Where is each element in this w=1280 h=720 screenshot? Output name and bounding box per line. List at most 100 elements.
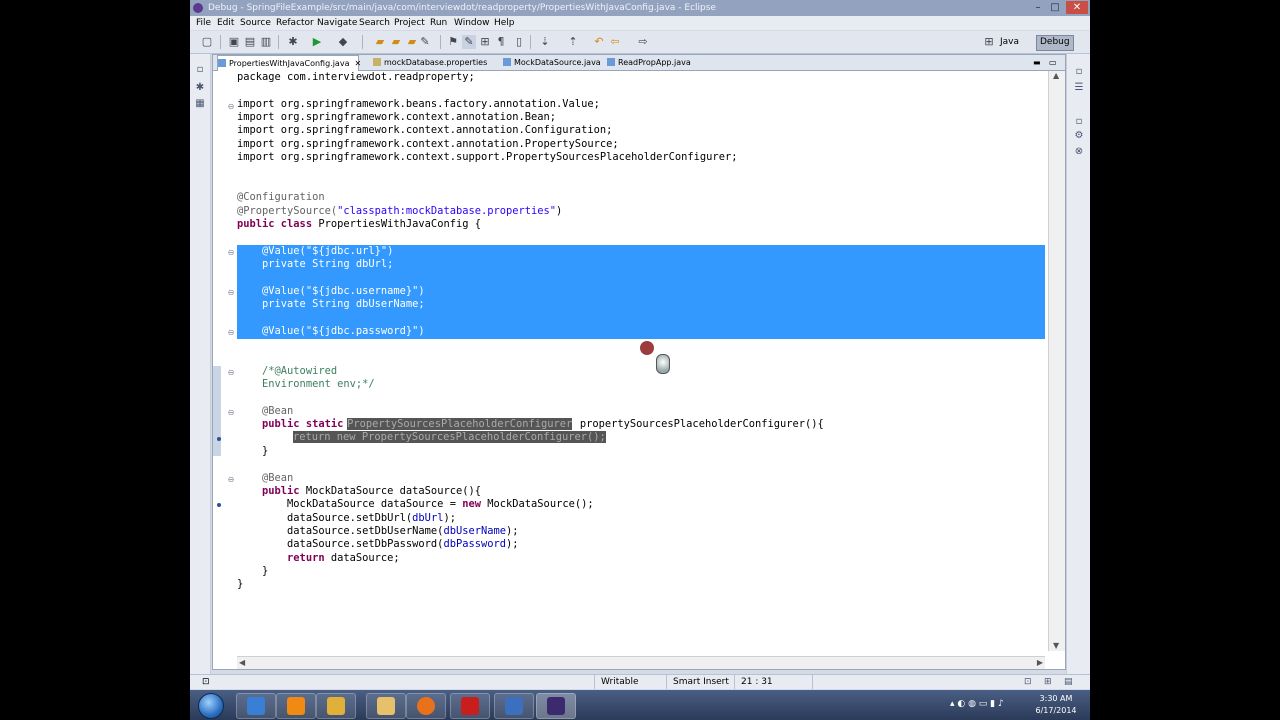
vertical-scrollbar[interactable]: ▲ ▼ xyxy=(1048,71,1065,651)
code-token: @Value("${jdbc.username}") xyxy=(237,285,425,297)
status-cursor-position: 21 : 31 xyxy=(734,675,781,689)
forward-icon[interactable]: ⇨ xyxy=(636,35,650,49)
menu-edit[interactable]: Edit xyxy=(217,16,234,30)
toggle-mark-occurrences-icon[interactable]: ⚑ xyxy=(446,35,460,49)
servers-view-icon[interactable]: ▦ xyxy=(194,98,206,110)
start-button[interactable] xyxy=(198,693,224,719)
print-icon[interactable]: ▥ xyxy=(259,35,273,49)
perspective-java[interactable]: Java xyxy=(1000,35,1019,49)
maximize-editor-icon[interactable]: ▭ xyxy=(1049,55,1057,70)
menu-search[interactable]: Search xyxy=(359,16,390,30)
perspective-debug[interactable]: Debug xyxy=(1036,35,1074,51)
code-token: import org.springframework.context.annot… xyxy=(237,111,557,123)
fold-toggle-icon[interactable]: ⊖ xyxy=(227,329,235,337)
fold-toggle-icon[interactable]: ⊖ xyxy=(227,369,235,377)
taskbar-clock[interactable]: 3:30 AM 6/17/2014 xyxy=(1028,693,1084,717)
back-icon[interactable]: ⇦ xyxy=(608,35,622,49)
code-area[interactable]: package com.interviewdot.readproperty; im… xyxy=(237,71,1045,651)
run-icon[interactable]: ▶ xyxy=(310,35,324,49)
scroll-up-icon[interactable]: ▲ xyxy=(1053,71,1059,81)
taskbar-firefox[interactable] xyxy=(406,693,446,719)
taskbar-filezilla[interactable] xyxy=(450,693,490,719)
menu-project[interactable]: Project xyxy=(394,16,425,30)
code-line: import org.springframework.context.annot… xyxy=(237,111,556,124)
scroll-down-icon[interactable]: ▼ xyxy=(1053,641,1059,651)
code-token: MockDataSource dataSource(){ xyxy=(299,485,481,497)
debug-view-icon[interactable]: ✱ xyxy=(194,82,206,94)
fold-toggle-icon[interactable]: ⊖ xyxy=(227,289,235,297)
code-token: import org.springframework.context.suppo… xyxy=(237,151,738,163)
fold-toggle-icon[interactable]: ⊖ xyxy=(227,409,235,417)
minimize-button[interactable]: – xyxy=(1030,1,1046,14)
open-perspective-icon[interactable]: ⊞ xyxy=(982,35,996,49)
tab-read-prop-app[interactable]: ReadPropApp.java xyxy=(607,55,691,70)
debug-icon[interactable]: ✱ xyxy=(286,35,300,49)
close-tab-icon[interactable]: ✕ xyxy=(354,59,361,68)
code-token: Environment env;*/ xyxy=(237,378,375,390)
previous-annotation-icon[interactable]: ⇡ xyxy=(566,35,580,49)
override-marker-icon[interactable] xyxy=(217,503,221,507)
maximize-button[interactable]: □ xyxy=(1047,1,1063,14)
fast-view-icon[interactable]: ⊡ xyxy=(202,675,210,689)
show-selected-element-icon[interactable]: ▯ xyxy=(512,35,526,49)
tab-properties-with-java-config[interactable]: PropertiesWithJavaConfig.java ✕ xyxy=(217,55,361,71)
show-whitespace-icon[interactable]: ⊞ xyxy=(478,35,492,49)
scroll-right-icon[interactable]: ▶ xyxy=(1037,658,1043,668)
variables-view-icon[interactable]: ⚙ xyxy=(1073,130,1085,142)
code-token: dbUrl xyxy=(412,512,444,524)
new-package-icon[interactable]: ▰ xyxy=(389,35,403,49)
tab-mock-data-source[interactable]: MockDataSource.java xyxy=(503,55,601,70)
next-annotation-icon[interactable]: ⇣ xyxy=(538,35,552,49)
system-tray[interactable]: ▴ ◐ ◍ ▭ ▮ ♪ xyxy=(950,699,1004,709)
status-icon[interactable]: ⊡ xyxy=(1024,675,1032,689)
fold-toggle-icon[interactable]: ⊖ xyxy=(227,476,235,484)
restore-icon[interactable]: ▫ xyxy=(1073,116,1085,128)
outline-view-icon[interactable]: ☰ xyxy=(1073,82,1085,94)
fold-toggle-icon[interactable]: ⊖ xyxy=(227,103,235,111)
new-icon[interactable]: ▢ xyxy=(200,35,214,49)
save-all-icon[interactable]: ▤ xyxy=(243,35,257,49)
code-token: ) xyxy=(556,205,563,217)
horizontal-scrollbar[interactable]: ◀ ▶ xyxy=(237,656,1045,669)
left-trim-bar: ▫ ✱ ▦ xyxy=(190,54,211,674)
open-type-icon[interactable]: ✎ xyxy=(418,35,432,49)
menu-source[interactable]: Source xyxy=(240,16,271,30)
new-java-project-icon[interactable]: ▰ xyxy=(373,35,387,49)
restore-icon[interactable]: ▫ xyxy=(1073,66,1085,78)
tab-label: ReadPropApp.java xyxy=(618,58,691,67)
menu-window[interactable]: Window xyxy=(454,16,490,30)
taskbar-eclipse[interactable] xyxy=(536,693,576,719)
code-token: "classpath:mockDatabase.properties" xyxy=(337,205,557,217)
menu-refactor[interactable]: Refactor xyxy=(276,16,314,30)
menu-file[interactable]: File xyxy=(196,16,211,30)
menu-help[interactable]: Help xyxy=(494,16,515,30)
taskbar-explorer[interactable] xyxy=(366,693,406,719)
expressions-view-icon[interactable]: ⊗ xyxy=(1073,146,1085,158)
code-token: public class xyxy=(237,218,313,230)
menu-navigate[interactable]: Navigate xyxy=(317,16,357,30)
external-tools-icon[interactable]: ◆ xyxy=(336,35,350,49)
taskbar-ie[interactable] xyxy=(236,693,276,719)
new-class-icon[interactable]: ▰ xyxy=(405,35,419,49)
tab-mock-database-properties[interactable]: mockDatabase.properties xyxy=(373,55,487,70)
code-token: return xyxy=(287,552,325,564)
scroll-left-icon[interactable]: ◀ xyxy=(239,658,245,668)
taskbar-media[interactable] xyxy=(316,693,356,719)
code-token: dataSource.setDbUrl( xyxy=(237,512,413,524)
status-icon[interactable]: ⊞ xyxy=(1044,675,1052,689)
override-marker-icon[interactable] xyxy=(217,437,221,441)
code-token: MockDataSource dataSource = xyxy=(237,498,463,510)
block-selection-icon[interactable]: ¶ xyxy=(494,35,508,49)
tab-label: MockDataSource.java xyxy=(514,58,601,67)
minimize-editor-icon[interactable]: ▬ xyxy=(1033,55,1041,70)
fold-toggle-icon[interactable]: ⊖ xyxy=(227,249,235,257)
save-icon[interactable]: ▣ xyxy=(227,35,241,49)
close-button[interactable]: ✕ xyxy=(1066,1,1088,14)
restore-icon[interactable]: ▫ xyxy=(194,64,206,76)
status-icon[interactable]: ▤ xyxy=(1064,675,1073,689)
taskbar-save[interactable] xyxy=(494,693,534,719)
last-edit-location-icon[interactable]: ↶ xyxy=(592,35,606,49)
toggle-breadcrumb-icon[interactable]: ✎ xyxy=(462,35,476,49)
taskbar-vlc[interactable] xyxy=(276,693,316,719)
menu-run[interactable]: Run xyxy=(430,16,447,30)
